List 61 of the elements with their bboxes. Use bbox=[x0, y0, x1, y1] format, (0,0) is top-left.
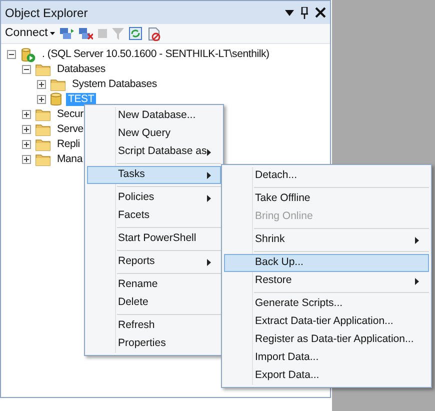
dropdown-icon[interactable] bbox=[285, 10, 294, 16]
window-title: Object Explorer bbox=[5, 4, 89, 22]
expand-toggle[interactable] bbox=[22, 140, 31, 149]
menu-item[interactable]: Export Data... bbox=[224, 367, 429, 385]
server-disconnect-icon[interactable] bbox=[78, 27, 93, 40]
menu-item[interactable]: New Database... bbox=[87, 107, 221, 125]
folder-icon bbox=[35, 138, 51, 151]
folder-icon bbox=[35, 123, 51, 136]
menu-item[interactable]: Back Up... bbox=[224, 254, 429, 272]
menu-item[interactable]: Import Data... bbox=[224, 349, 429, 367]
submenu-arrow-icon bbox=[207, 149, 211, 156]
menu-item[interactable]: Tasks bbox=[87, 166, 221, 184]
menu-item[interactable]: Facets bbox=[87, 207, 221, 225]
menu-item[interactable]: Restore bbox=[224, 272, 429, 290]
submenu-arrow-icon bbox=[207, 259, 211, 266]
expand-toggle[interactable] bbox=[22, 155, 31, 164]
menu-item[interactable]: Refresh bbox=[87, 317, 221, 335]
expand-toggle[interactable] bbox=[37, 80, 46, 89]
tree-item[interactable]: Repli bbox=[55, 138, 82, 151]
menu-item[interactable]: Reports bbox=[87, 253, 221, 271]
folder-icon bbox=[50, 78, 66, 91]
menu-item[interactable]: Start PowerShell bbox=[87, 230, 221, 248]
pin-icon[interactable] bbox=[300, 6, 309, 18]
close-icon[interactable] bbox=[315, 7, 326, 18]
menu-item[interactable]: Generate Scripts... bbox=[224, 295, 429, 313]
server-connect-icon[interactable] bbox=[60, 27, 74, 40]
menu-item[interactable]: New Query bbox=[87, 125, 221, 143]
server-icon bbox=[20, 46, 36, 62]
database-icon bbox=[50, 92, 62, 107]
folder-icon bbox=[35, 63, 51, 76]
tree-item[interactable]: Serve bbox=[55, 123, 86, 136]
menu-item[interactable]: Register as Data-tier Application... bbox=[224, 331, 429, 349]
connect-button[interactable]: Connect bbox=[5, 24, 55, 42]
menu-item[interactable]: Delete bbox=[87, 294, 221, 312]
submenu-arrow-icon bbox=[415, 237, 419, 244]
document-cancel-icon[interactable] bbox=[146, 26, 161, 40]
expand-toggle[interactable] bbox=[22, 125, 31, 134]
menu-item[interactable]: Shrink bbox=[224, 231, 429, 249]
expand-toggle[interactable] bbox=[37, 95, 46, 104]
submenu-arrow-icon bbox=[207, 195, 211, 202]
tree-item[interactable]: Secur bbox=[55, 108, 86, 121]
expand-toggle[interactable] bbox=[22, 110, 31, 119]
tree-item[interactable]: System Databases bbox=[70, 78, 159, 91]
tree-item[interactable]: Mana bbox=[55, 153, 84, 166]
menu-item[interactable]: Take Offline bbox=[224, 190, 429, 208]
menu-item[interactable]: Script Database as bbox=[87, 143, 221, 161]
menu-item[interactable]: Properties bbox=[87, 335, 221, 353]
menu-item[interactable]: Policies bbox=[87, 189, 221, 207]
submenu-arrow-icon bbox=[207, 172, 211, 179]
folder-icon bbox=[35, 153, 51, 166]
tree-item[interactable]: . (SQL Server 10.50.1600 - SENTHILK-LT\senthilk) bbox=[40, 48, 272, 61]
caret-icon bbox=[50, 32, 55, 35]
menu-item[interactable]: Detach... bbox=[224, 167, 429, 185]
collapse-toggle[interactable] bbox=[22, 65, 31, 74]
menu-item[interactable]: Extract Data-tier Application... bbox=[224, 313, 429, 331]
menu-item[interactable]: Rename bbox=[87, 276, 221, 294]
refresh-icon[interactable] bbox=[128, 27, 142, 40]
submenu-arrow-icon bbox=[415, 278, 419, 285]
folder-icon bbox=[35, 108, 51, 121]
collapse-toggle[interactable] bbox=[7, 50, 16, 59]
tree-item[interactable]: Databases bbox=[55, 63, 108, 76]
